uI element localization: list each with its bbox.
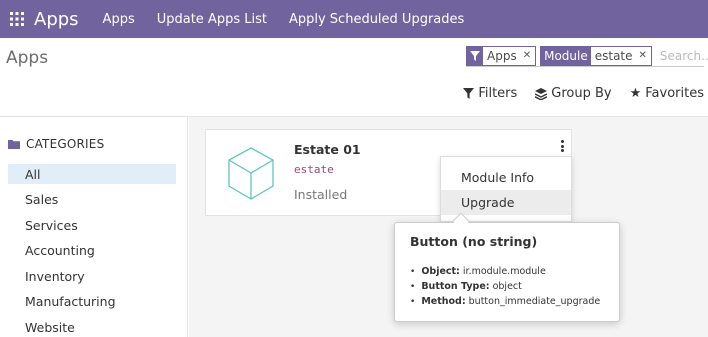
debug-tooltip: Button (no string) Object:ir.module.modu…	[394, 222, 620, 322]
module-technical-name: estate	[294, 163, 334, 176]
search-bar[interactable]: Apps ✕ Module estate ✕ Search...	[466, 45, 708, 67]
layers-icon	[535, 87, 548, 100]
sidebar-item-all[interactable]: All	[8, 164, 176, 184]
sidebar-item-manufacturing[interactable]: Manufacturing	[8, 291, 176, 311]
filter-icon	[467, 46, 483, 65]
grid-icon[interactable]	[0, 0, 34, 38]
favorites-label: Favorites	[645, 86, 704, 101]
facet-value-apps: Apps	[487, 48, 517, 63]
sidebar-item-inventory[interactable]: Inventory	[8, 266, 176, 286]
tooltip-row-button-type: Button Type:object	[410, 279, 600, 294]
search-facet-module: Module estate ✕	[540, 45, 652, 66]
nav-item-update-apps-list[interactable]: Update Apps List	[157, 12, 267, 27]
module-info-menu-item[interactable]: Module Info	[441, 165, 571, 190]
sidebar-item-accounting[interactable]: Accounting	[8, 240, 176, 260]
sidebar-item-sales[interactable]: Sales	[8, 189, 176, 209]
filter-icon	[463, 88, 475, 99]
top-navbar: Apps Apps Update Apps List Apply Schedul…	[0, 0, 708, 38]
tooltip-details: Object:ir.module.module Button Type:obje…	[410, 264, 600, 309]
categories-header: CATEGORIES	[8, 137, 104, 151]
categories-sidebar: CATEGORIES All Sales Services Accounting…	[0, 117, 188, 337]
module-status: Installed	[294, 187, 348, 202]
module-title: Estate 01	[294, 142, 361, 157]
cube-icon	[228, 147, 274, 200]
kebab-menu-icon[interactable]	[556, 138, 568, 154]
sidebar-item-services[interactable]: Services	[8, 215, 176, 235]
group-by-button[interactable]: Group By	[535, 86, 612, 101]
folder-icon	[8, 140, 20, 149]
sidebar-item-website[interactable]: Website	[8, 317, 176, 337]
tooltip-row-method: Method:button_immediate_upgrade	[410, 294, 600, 309]
categories-header-label: CATEGORIES	[26, 137, 105, 151]
close-icon[interactable]: ✕	[523, 50, 531, 61]
search-options: Filters Group By ★ Favorites	[463, 86, 704, 101]
filters-button[interactable]: Filters	[463, 86, 517, 101]
favorites-button[interactable]: ★ Favorites	[630, 86, 704, 101]
search-facet-apps: Apps ✕	[466, 45, 537, 66]
facet-value-estate: estate	[594, 48, 633, 63]
page-title[interactable]: Apps	[6, 48, 48, 68]
nav-item-apps[interactable]: Apps	[103, 12, 135, 27]
filters-label: Filters	[478, 86, 518, 101]
group-by-label: Group By	[551, 86, 612, 101]
navbar-brand[interactable]: Apps	[34, 9, 79, 30]
tooltip-row-object: Object:ir.module.module	[410, 264, 600, 279]
tooltip-title: Button (no string)	[410, 234, 538, 249]
search-input[interactable]: Search...	[660, 49, 708, 63]
facet-label-module: Module	[541, 46, 591, 65]
close-icon[interactable]: ✕	[639, 50, 647, 61]
nav-item-apply-scheduled-upgrades[interactable]: Apply Scheduled Upgrades	[289, 12, 464, 27]
star-icon: ★	[629, 86, 642, 101]
